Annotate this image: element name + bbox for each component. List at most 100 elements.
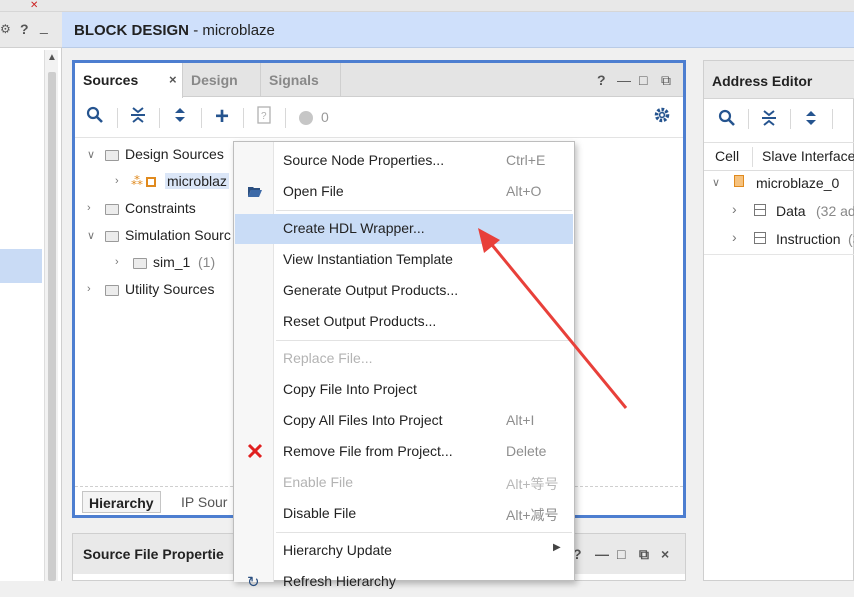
svg-text:?: ? — [261, 111, 267, 122]
chevron-right-icon[interactable]: › — [732, 229, 737, 245]
block-design-square-icon — [146, 177, 156, 187]
menu-item-shortcut: Ctrl+E — [506, 152, 546, 168]
menu-item-label: Refresh Hierarchy — [283, 573, 396, 589]
menu-item-reset-output-products[interactable]: Reset Output Products... — [235, 307, 573, 337]
toolbar-separator — [117, 108, 118, 128]
menu-item-label: Enable File — [283, 474, 354, 490]
tab-signals[interactable]: Signals — [261, 63, 341, 97]
toolbar-separator — [243, 108, 244, 128]
menu-separator — [276, 340, 572, 341]
menu-item-label: View Instantiation Template — [283, 251, 453, 267]
scroll-up-icon[interactable]: ▲ — [47, 52, 57, 63]
menu-item-disable-file[interactable]: Disable File Alt+减号 — [235, 499, 573, 529]
collapse-all-icon[interactable] — [127, 106, 149, 128]
sources-toolbar: + ? 0 — [75, 98, 683, 138]
expand-all-icon[interactable] — [169, 106, 191, 128]
maximize-icon[interactable]: □ — [617, 546, 625, 562]
tree-item-count: (1) — [198, 254, 216, 270]
tree-item-label: Utility Sources — [125, 281, 215, 297]
toolbar-separator — [201, 108, 202, 128]
tree-item-microblaze[interactable]: › ⁂ microblaz — [115, 172, 235, 196]
address-row-label: microblaze_0 — [756, 175, 840, 191]
tab-sources[interactable]: Sources × — [75, 63, 183, 98]
help-icon[interactable]: ? — [20, 21, 29, 37]
menu-item-label: Reset Output Products... — [283, 313, 437, 329]
settings-icon[interactable]: ⚙ — [0, 22, 11, 36]
maximize-icon[interactable]: □ — [639, 72, 647, 88]
collapse-all-icon[interactable] — [758, 109, 780, 131]
toolbar-separator — [832, 109, 833, 129]
tree-item-label: Simulation Sourc — [125, 227, 231, 243]
column-header-slave-interface[interactable]: Slave Interface — [762, 148, 854, 164]
main-toolbar-strip: ✕ — [0, 0, 854, 12]
menu-item-view-instantiation-template[interactable]: View Instantiation Template — [235, 245, 573, 275]
help-icon[interactable]: ? — [597, 72, 606, 88]
menu-item-source-node-properties[interactable]: Source Node Properties... Ctrl+E — [235, 146, 573, 176]
menu-item-label: Copy All Files Into Project — [283, 412, 443, 428]
chevron-down-icon[interactable]: ∨ — [87, 229, 95, 242]
menu-item-label: Remove File from Project... — [283, 443, 453, 459]
menu-item-remove-file-from-project[interactable]: Remove File from Project... Delete — [235, 437, 573, 467]
chevron-right-icon[interactable]: › — [115, 175, 119, 187]
column-divider — [752, 147, 753, 167]
search-icon[interactable] — [84, 106, 106, 128]
close-icon[interactable]: × — [661, 546, 669, 562]
menu-item-label: Disable File — [283, 505, 357, 521]
tab-hierarchy[interactable]: Hierarchy — [82, 491, 161, 513]
chevron-right-icon[interactable]: › — [732, 201, 737, 217]
tab-sources-label: Sources — [83, 72, 139, 88]
chevron-right-icon[interactable]: › — [87, 202, 91, 214]
menu-item-shortcut: Delete — [506, 443, 547, 459]
menu-item-replace-file: Replace File... — [235, 344, 573, 374]
tab-signals-label: Signals — [269, 72, 319, 88]
address-segment-icon — [754, 232, 766, 244]
scrollbar-thumb[interactable] — [48, 72, 56, 581]
chevron-down-icon[interactable]: ∨ — [712, 176, 720, 189]
block-design-name: - microblaze — [193, 22, 275, 39]
minimize-icon[interactable]: _ — [40, 18, 48, 34]
search-icon[interactable] — [716, 109, 738, 131]
minimize-icon[interactable]: — — [617, 72, 631, 88]
gear-icon[interactable] — [651, 106, 673, 128]
chevron-right-icon[interactable]: › — [115, 256, 119, 268]
chevron-down-icon[interactable]: ∨ — [87, 148, 95, 161]
tree-item-label: sim_1 — [153, 254, 191, 270]
menu-item-generate-output-products[interactable]: Generate Output Products... — [235, 276, 573, 306]
menu-item-hierarchy-update[interactable]: Hierarchy Update ▶ — [235, 536, 573, 566]
add-sources-icon[interactable]: + — [211, 105, 233, 129]
submenu-arrow-icon: ▶ — [553, 542, 561, 553]
close-tab-icon[interactable]: × — [169, 72, 177, 87]
minimize-icon[interactable]: — — [595, 546, 609, 562]
menu-item-copy-file-into-project[interactable]: Copy File Into Project — [235, 375, 573, 405]
address-editor-header: Address Editor — [704, 61, 854, 99]
properties-icon[interactable]: ? — [253, 106, 275, 128]
menu-item-shortcut: Alt+I — [506, 412, 535, 428]
selected-nav-item[interactable] — [0, 249, 42, 283]
float-window-icon[interactable]: ⧉ — [661, 72, 671, 89]
tree-item-label: Constraints — [125, 200, 196, 216]
flow-navigator-header: ⚙ ? _ — [0, 12, 62, 48]
vertical-scrollbar[interactable]: ▲ — [44, 50, 58, 581]
chevron-right-icon[interactable]: › — [87, 283, 91, 295]
tab-design[interactable]: Design — [183, 63, 261, 97]
float-window-icon[interactable]: ⧉ — [639, 546, 649, 563]
expand-all-icon[interactable] — [800, 109, 822, 131]
menu-item-label: Hierarchy Update — [283, 542, 392, 558]
menu-item-open-file[interactable]: Open File Alt+O — [235, 177, 573, 207]
address-row-label: Data — [776, 203, 806, 219]
sources-tabbar: Sources × Design Signals ? — □ ⧉ — [75, 63, 683, 98]
address-editor-toolbar — [704, 99, 854, 143]
column-header-cell[interactable]: Cell — [715, 148, 739, 164]
refresh-icon: ↻ — [247, 574, 260, 591]
address-editor-panel: Address Editor Cell Slave Interface ∨ mi… — [703, 60, 854, 581]
tree-item-label: microblaz — [165, 173, 229, 189]
menu-item-copy-all-files-into-project[interactable]: Copy All Files Into Project Alt+I — [235, 406, 573, 436]
menu-item-create-hdl-wrapper[interactable]: Create HDL Wrapper... — [235, 214, 573, 244]
folder-icon — [105, 285, 119, 296]
tab-ip-sources[interactable]: IP Sour — [175, 491, 233, 513]
context-menu: Source Node Properties... Ctrl+E Open Fi… — [233, 141, 575, 591]
menu-item-refresh-hierarchy[interactable]: ↻ Refresh Hierarchy — [235, 567, 573, 597]
run-icon[interactable]: ✕ — [30, 0, 44, 11]
menu-item-enable-file: Enable File Alt+等号 — [235, 468, 573, 498]
address-row-label: Instruction — [776, 231, 841, 247]
